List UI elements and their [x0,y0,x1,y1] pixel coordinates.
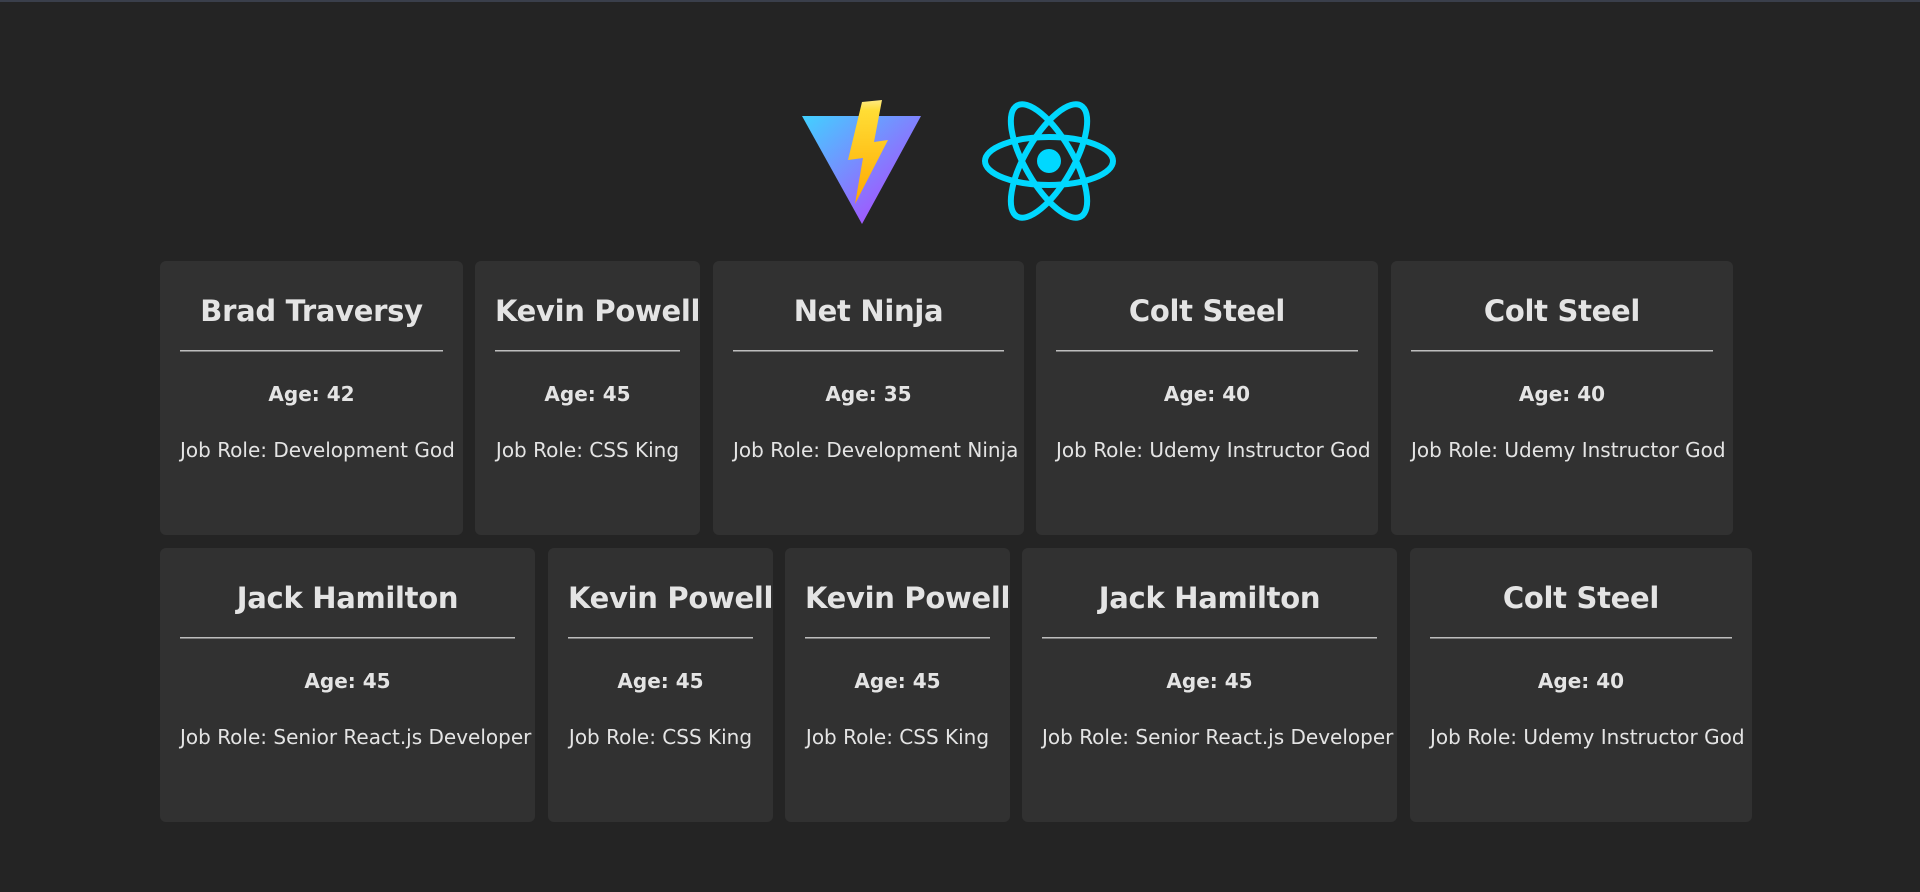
person-card: Brad Traversy Age: 42 Job Role: Developm… [160,261,463,535]
person-card: Colt Steel Age: 40 Job Role: Udemy Instr… [1036,261,1378,535]
person-job-role: Job Role: CSS King [568,724,753,749]
card-divider [1411,349,1713,352]
person-name: Colt Steel [1483,294,1641,328]
card-divider [733,349,1004,352]
window-top-border [0,0,1920,2]
person-age: Age: 45 [1166,668,1253,693]
card-divider [1430,636,1732,639]
person-job-role: Job Role: Development God [180,437,455,462]
person-card: Jack Hamilton Age: 45 Job Role: Senior R… [1022,548,1397,822]
logo-row [0,96,1920,230]
person-job-role: Job Role: CSS King [805,724,990,749]
person-age: Age: 45 [617,668,704,693]
card-divider [180,349,443,352]
person-card: Colt Steel Age: 40 Job Role: Udemy Instr… [1391,261,1733,535]
person-age: Age: 40 [1163,381,1251,406]
person-card: Net Ninja Age: 35 Job Role: Development … [713,261,1024,535]
person-name: Jack Hamilton [1098,581,1321,615]
person-job-role: Job Role: Udemy Instructor God [1411,437,1726,462]
person-age: Age: 35 [825,381,912,406]
person-name: Kevin Powell [805,581,1011,615]
person-card: Kevin Powell Age: 45 Job Role: CSS King [548,548,773,822]
react-logo-icon [982,101,1116,221]
person-job-role: Job Role: Senior React.js Developer [1042,724,1394,749]
person-age: Age: 40 [1537,668,1625,693]
person-card: Jack Hamilton Age: 45 Job Role: Senior R… [160,548,535,822]
react-logo-link[interactable] [980,96,1118,226]
person-name: Colt Steel [1128,294,1286,328]
person-card: Kevin Powell Age: 45 Job Role: CSS King [475,261,700,535]
person-age: Age: 40 [1518,381,1606,406]
person-job-role: Job Role: Udemy Instructor God [1056,437,1371,462]
person-name: Net Ninja [793,294,944,328]
person-job-role: Job Role: CSS King [495,437,680,462]
person-name: Jack Hamilton [236,581,459,615]
person-age: Age: 45 [304,668,391,693]
person-job-role: Job Role: Udemy Instructor God [1430,724,1745,749]
person-job-role: Job Role: Development Ninja [733,437,1019,462]
person-age: Age: 45 [854,668,941,693]
card-divider [805,636,990,639]
card-divider [568,636,753,639]
person-age: Age: 42 [268,381,355,406]
card-divider [1056,349,1358,352]
card-divider [1042,636,1377,639]
vite-logo-link[interactable] [800,96,923,224]
person-job-role: Job Role: Senior React.js Developer [180,724,532,749]
vite-logo-icon [802,100,921,224]
card-divider [180,636,515,639]
person-name: Brad Traversy [200,294,423,328]
card-divider [495,349,680,352]
person-name: Kevin Powell [495,294,701,328]
person-card: Colt Steel Age: 40 Job Role: Udemy Instr… [1410,548,1752,822]
person-name: Kevin Powell [568,581,774,615]
person-card: Kevin Powell Age: 45 Job Role: CSS King [785,548,1010,822]
person-age: Age: 45 [544,381,631,406]
person-name: Colt Steel [1502,581,1660,615]
